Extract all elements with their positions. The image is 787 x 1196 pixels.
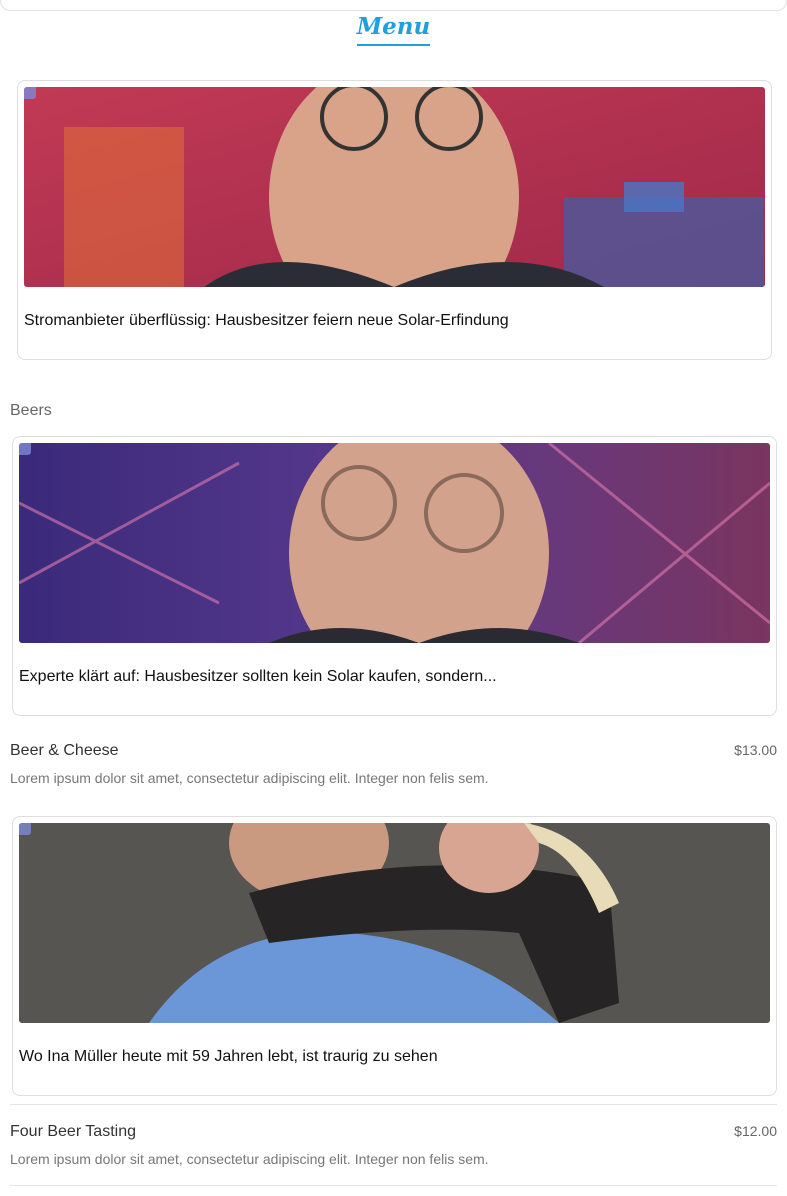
ad-image[interactable] [19,823,770,1023]
section-title: Beers [10,402,52,419]
ad-headline[interactable]: Stromanbieter überflüssig: Hausbesitzer … [24,311,509,331]
menu-title: Menu [356,14,431,46]
divider [10,1185,777,1186]
menu-item-price: $13.00 [734,742,777,758]
ad-headline[interactable]: Wo Ina Müller heute mit 59 Jahren lebt, … [19,1047,438,1067]
menu-item-description: Lorem ipsum dolor sit amet, consectetur … [10,770,489,786]
ad-card-solar-expert[interactable]: Experte klärt auf: Hausbesitzer sollten … [12,436,777,716]
top-search-bar[interactable] [0,0,787,11]
ad-card-ina-mueller[interactable]: Wo Ina Müller heute mit 59 Jahren lebt, … [12,816,777,1096]
ad-choices-icon[interactable] [19,823,31,835]
menu-item-name[interactable]: Four Beer Tasting [10,1123,136,1141]
menu-item-description: Lorem ipsum dolor sit amet, consectetur … [10,1151,489,1167]
menu-heading: Menu [0,14,787,46]
ad-image[interactable] [24,87,765,287]
divider [10,1104,777,1105]
ad-image[interactable] [19,443,770,643]
ad-headline[interactable]: Experte klärt auf: Hausbesitzer sollten … [19,667,497,687]
menu-item-price: $12.00 [734,1123,777,1139]
ad-card-solar[interactable]: Stromanbieter überflüssig: Hausbesitzer … [17,80,772,360]
ad-choices-icon[interactable] [24,87,36,99]
ad-choices-icon[interactable] [19,443,31,455]
menu-item-name[interactable]: Beer & Cheese [10,742,119,760]
